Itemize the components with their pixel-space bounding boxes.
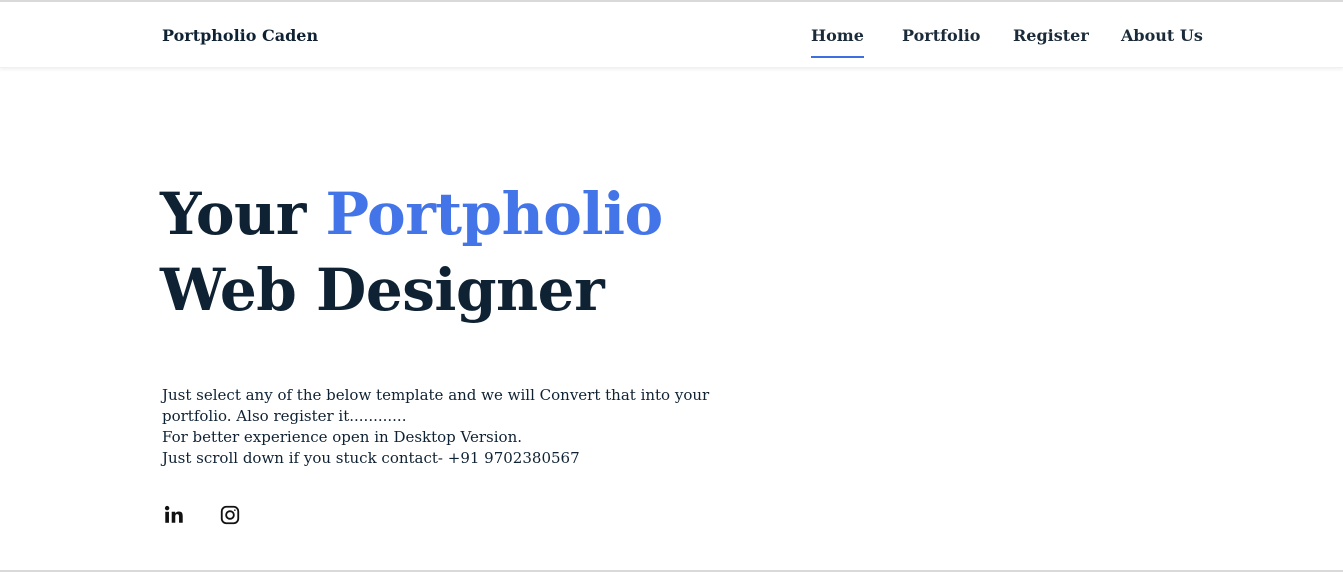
hero-title-line2: Web Designer <box>160 256 605 324</box>
description-line-2: portfolio. Also register it............ <box>162 407 407 425</box>
hero-title: Your Portpholio Web Designer <box>160 176 663 328</box>
nav-register[interactable]: Register <box>1013 26 1089 45</box>
brand-logo-text[interactable]: Portpholio Caden <box>162 26 318 45</box>
description-line-1: Just select any of the below template an… <box>162 386 710 404</box>
instagram-icon[interactable] <box>218 503 242 527</box>
hero-description: Just select any of the below template an… <box>162 385 710 469</box>
bottom-border <box>0 570 1343 572</box>
nav-home[interactable]: Home <box>811 26 864 58</box>
linkedin-icon[interactable] <box>162 503 186 527</box>
description-line-4: Just scroll down if you stuck contact- +… <box>162 449 580 467</box>
hero-title-prefix: Your <box>160 180 326 248</box>
description-line-3: For better experience open in Desktop Ve… <box>162 428 523 446</box>
nav-portfolio[interactable]: Portfolio <box>902 26 980 45</box>
site-header: Portpholio Caden Home Portfolio Register… <box>0 2 1343 68</box>
hero-title-accent: Portpholio <box>325 180 663 248</box>
nav-about-us[interactable]: About Us <box>1121 26 1203 45</box>
